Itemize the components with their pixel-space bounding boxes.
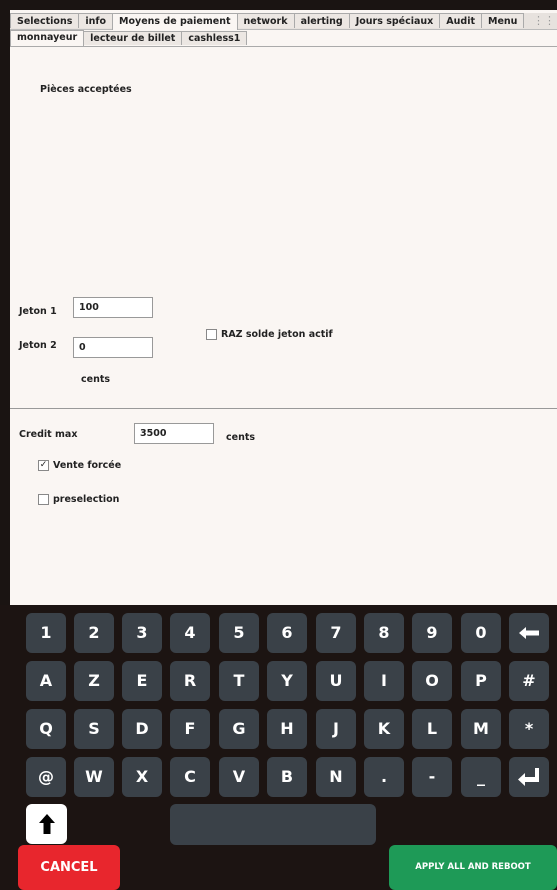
shift-arrow-icon bbox=[38, 814, 55, 834]
credit-max-input[interactable] bbox=[134, 423, 214, 444]
key-b[interactable]: B bbox=[267, 757, 307, 797]
key-7[interactable]: 7 bbox=[316, 613, 356, 653]
key-8[interactable]: 8 bbox=[364, 613, 404, 653]
key-2[interactable]: 2 bbox=[74, 613, 114, 653]
settings-screen: Selections info Moyens de paiement netwo… bbox=[10, 10, 557, 605]
key-a[interactable]: A bbox=[26, 661, 66, 701]
key-g[interactable]: G bbox=[219, 709, 259, 749]
preselection-checkbox[interactable]: preselection bbox=[38, 494, 119, 505]
tab-alerting[interactable]: alerting bbox=[293, 13, 350, 28]
key-r[interactable]: R bbox=[170, 661, 210, 701]
raz-label: RAZ solde jeton actif bbox=[221, 329, 333, 340]
key-c[interactable]: C bbox=[170, 757, 210, 797]
tab-selections[interactable]: Selections bbox=[10, 13, 80, 28]
section-divider bbox=[10, 408, 557, 409]
jeton1-label: Jeton 1 bbox=[19, 306, 57, 317]
key-p[interactable]: P bbox=[461, 661, 501, 701]
tab-moyens-de-paiement[interactable]: Moyens de paiement bbox=[112, 13, 238, 30]
key-5[interactable]: 5 bbox=[219, 613, 259, 653]
key-f[interactable]: F bbox=[170, 709, 210, 749]
key-n[interactable]: N bbox=[316, 757, 356, 797]
key-i[interactable]: I bbox=[364, 661, 404, 701]
vente-forcee-checkbox[interactable]: ✓ Vente forcée bbox=[38, 460, 121, 471]
enter-icon bbox=[518, 768, 539, 786]
key-4[interactable]: 4 bbox=[170, 613, 210, 653]
key-hyphen[interactable]: - bbox=[412, 757, 452, 797]
key-m[interactable]: M bbox=[461, 709, 501, 749]
key-h[interactable]: H bbox=[267, 709, 307, 749]
preselection-label: preselection bbox=[53, 494, 120, 505]
key-6[interactable]: 6 bbox=[267, 613, 307, 653]
tab-network[interactable]: network bbox=[236, 13, 295, 28]
credit-max-label: Credit max bbox=[19, 429, 78, 440]
check-icon[interactable]: ✓ bbox=[38, 460, 49, 471]
tab-menu[interactable]: Menu bbox=[481, 13, 525, 28]
tab-audit[interactable]: Audit bbox=[439, 13, 482, 28]
raz-checkbox-box[interactable] bbox=[206, 329, 217, 340]
key-0[interactable]: 0 bbox=[461, 613, 501, 653]
raz-solde-checkbox[interactable]: RAZ solde jeton actif bbox=[206, 329, 333, 340]
key-s[interactable]: S bbox=[74, 709, 114, 749]
preselection-checkbox-box[interactable] bbox=[38, 494, 49, 505]
jeton1-input[interactable] bbox=[73, 297, 153, 318]
jeton2-input[interactable] bbox=[73, 337, 153, 358]
subtab-monnayeur[interactable]: monnayeur bbox=[10, 30, 85, 46]
enter-key[interactable] bbox=[509, 757, 549, 797]
key-d[interactable]: D bbox=[122, 709, 162, 749]
tab-info[interactable]: info bbox=[78, 13, 114, 28]
key-v[interactable]: V bbox=[219, 757, 259, 797]
cancel-button[interactable]: CANCEL bbox=[18, 845, 120, 890]
key-j[interactable]: J bbox=[316, 709, 356, 749]
credit-unit-label: cents bbox=[226, 432, 256, 443]
key-o[interactable]: O bbox=[412, 661, 452, 701]
key-x[interactable]: X bbox=[122, 757, 162, 797]
main-tab-bar: Selections info Moyens de paiement netwo… bbox=[10, 13, 557, 30]
key-w[interactable]: W bbox=[74, 757, 114, 797]
cents-label: cents bbox=[81, 374, 111, 385]
subtab-cashless1[interactable]: cashless1 bbox=[181, 31, 248, 45]
backspace-arrow-icon bbox=[519, 627, 539, 639]
on-screen-keyboard: 1 2 3 4 5 6 7 8 9 0 A Z E R T Y U I O P … bbox=[0, 605, 557, 890]
space-key[interactable] bbox=[170, 804, 376, 845]
backspace-key[interactable] bbox=[509, 613, 549, 653]
subtab-lecteur-de-billet[interactable]: lecteur de billet bbox=[83, 31, 183, 45]
jeton2-label: Jeton 2 bbox=[19, 340, 57, 351]
vente-forcee-label: Vente forcée bbox=[53, 460, 122, 471]
key-3[interactable]: 3 bbox=[122, 613, 162, 653]
key-asterisk[interactable]: * bbox=[509, 709, 549, 749]
key-underscore[interactable]: _ bbox=[461, 757, 501, 797]
key-hash[interactable]: # bbox=[509, 661, 549, 701]
key-l[interactable]: L bbox=[412, 709, 452, 749]
shift-key[interactable] bbox=[26, 804, 67, 844]
key-period[interactable]: . bbox=[364, 757, 404, 797]
key-k[interactable]: K bbox=[364, 709, 404, 749]
key-q[interactable]: Q bbox=[26, 709, 66, 749]
key-y[interactable]: Y bbox=[267, 661, 307, 701]
key-z[interactable]: Z bbox=[74, 661, 114, 701]
key-u[interactable]: U bbox=[316, 661, 356, 701]
grid-icon[interactable]: ⋮⋮ bbox=[531, 13, 557, 29]
sub-tab-bar: monnayeur lecteur de billet cashless1 bbox=[10, 30, 557, 47]
key-1[interactable]: 1 bbox=[26, 613, 66, 653]
key-at[interactable]: @ bbox=[26, 757, 66, 797]
tab-jours-speciaux[interactable]: Jours spéciaux bbox=[348, 13, 441, 28]
key-e[interactable]: E bbox=[122, 661, 162, 701]
key-9[interactable]: 9 bbox=[412, 613, 452, 653]
apply-all-and-reboot-button[interactable]: APPLY ALL AND REBOOT bbox=[389, 845, 557, 890]
pieces-acceptees-label: Pièces acceptées bbox=[40, 84, 132, 95]
key-t[interactable]: T bbox=[219, 661, 259, 701]
